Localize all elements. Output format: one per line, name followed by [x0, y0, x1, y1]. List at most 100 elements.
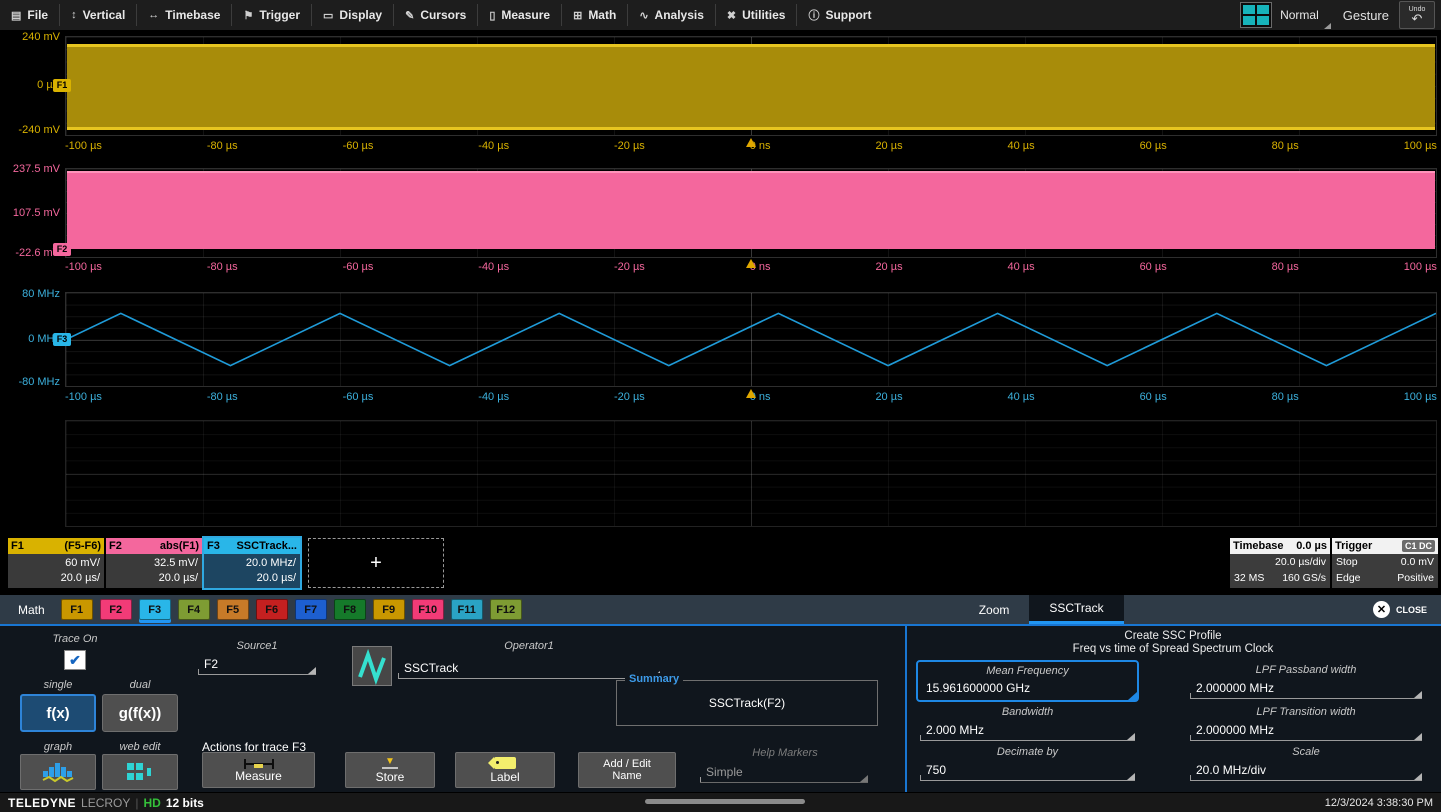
f3-waveform-svg	[66, 293, 1436, 386]
f1-desc-formula: (F5-F6)	[64, 540, 101, 552]
g3-y-bot-label: -80 MHz	[0, 376, 60, 388]
timebase-summary-box[interactable]: Timebase0.0 µs 20.0 µs/div 32 MS160 GS/s	[1230, 538, 1330, 588]
tab-f5[interactable]: F5	[217, 599, 249, 620]
menu-math[interactable]: ⊞Math	[562, 4, 628, 26]
lpf-transition-dropdown[interactable]: 2.000000 MHz	[1190, 723, 1422, 741]
menu-vertical[interactable]: ↕ Vertical	[60, 4, 137, 26]
mean-frequency-value: 15.961600000 GHz	[926, 681, 1030, 695]
dual-gfx-button[interactable]: g(f(x))	[102, 694, 178, 732]
menu-measure[interactable]: ▯ Measure	[478, 4, 562, 26]
f3-trace-badge[interactable]: F3	[53, 333, 71, 346]
menu-measure-label: Measure	[501, 8, 550, 22]
f2-descriptor[interactable]: F2abs(F1) 32.5 mV/20.0 µs/	[106, 538, 202, 588]
g2-x0: -100 µs	[65, 261, 102, 276]
menu-utilities[interactable]: ✖Utilities	[716, 4, 798, 26]
menu-trigger[interactable]: ⚑Trigger	[232, 4, 312, 26]
tab-f12[interactable]: F12	[490, 599, 522, 620]
graph-mode-button[interactable]	[20, 754, 96, 790]
vertical-icon: ↕	[71, 9, 77, 21]
add-trace-button[interactable]: +	[308, 538, 444, 588]
brand-teledyne: TELEDYNE	[8, 796, 76, 810]
trigger-mode: Stop	[1336, 555, 1358, 570]
g3-x3: -40 µs	[478, 391, 509, 406]
grid4-plot-empty[interactable]	[65, 420, 1437, 527]
g4-center-hline	[66, 474, 1436, 475]
timebase-sample-rate: 160 GS/s	[1282, 571, 1326, 586]
tab-f6[interactable]: F6	[256, 599, 288, 620]
source1-dropdown[interactable]: F2	[198, 657, 316, 675]
operator1-dropdown[interactable]: SSCTrack	[398, 661, 660, 679]
oscilloscope-screen: ▤File ↕ Vertical ↔Timebase ⚑Trigger ▭Disp…	[0, 0, 1441, 812]
tab-f10[interactable]: F10	[412, 599, 444, 620]
tab-zoom[interactable]: Zoom	[959, 595, 1030, 624]
tab-f9[interactable]: F9	[373, 599, 405, 620]
operator-function-icon	[352, 646, 392, 686]
measure-button[interactable]: Measure	[202, 752, 315, 788]
trace-on-checkbox[interactable]: ✔	[64, 650, 86, 670]
add-edit-line2: Name	[612, 770, 641, 782]
display-mode-selector[interactable]: Normal	[1236, 0, 1333, 30]
f3-desc-id: F3	[207, 540, 220, 552]
tab-f7[interactable]: F7	[295, 599, 327, 620]
tab-ssctrack[interactable]: SSCTrack	[1029, 595, 1123, 624]
menu-vertical-label: Vertical	[83, 8, 126, 22]
f3-descriptor[interactable]: F3SSCTrack... 20.0 MHz/20.0 µs/	[204, 538, 300, 588]
tab-f3[interactable]: F3	[139, 599, 171, 620]
undo-button[interactable]: Undo ↶	[1399, 1, 1435, 29]
tab-f8[interactable]: F8	[334, 599, 366, 620]
display-mode-value: Normal	[1280, 8, 1319, 22]
dialog-drag-handle[interactable]	[645, 799, 805, 804]
store-arrow-icon: ▼	[385, 757, 395, 766]
menu-trigger-label: Trigger	[259, 8, 300, 22]
menu-timebase[interactable]: ↔Timebase	[137, 4, 232, 26]
g1-x-axis: -100 µs-80 µs-60 µs-40 µs-20 µs0 ns20 µs…	[65, 140, 1437, 155]
g1-x4: -20 µs	[614, 140, 645, 155]
tab-f1[interactable]: F1	[61, 599, 93, 620]
close-button[interactable]: ✕ CLOSE	[1373, 601, 1441, 618]
tab-f4[interactable]: F4	[178, 599, 210, 620]
menu-analysis[interactable]: ∿Analysis	[628, 4, 716, 26]
web-edit-button[interactable]	[102, 754, 178, 790]
g2-x8: 60 µs	[1140, 261, 1167, 276]
tab-f11[interactable]: F11	[451, 599, 483, 620]
menu-file[interactable]: ▤File	[0, 4, 60, 26]
bit-depth-label: 12 bits	[166, 796, 204, 810]
g3-x10: 100 µs	[1404, 391, 1437, 406]
trigger-summary-box[interactable]: TriggerC1 DC Stop0.0 mV EdgePositive	[1332, 538, 1438, 588]
menu-support[interactable]: ⓘSupport	[797, 4, 882, 26]
f1-waveform-band	[67, 44, 1435, 130]
utilities-icon: ✖	[727, 9, 736, 22]
store-button[interactable]: ▼ Store	[345, 752, 435, 788]
measure-icon: ▯	[489, 9, 495, 22]
lpf-passband-label: LPF Passband width	[1190, 664, 1422, 676]
menu-display[interactable]: ▭Display	[312, 4, 394, 26]
grid3-plot[interactable]	[65, 292, 1437, 387]
label-button[interactable]: Label	[455, 752, 555, 788]
bandwidth-dropdown[interactable]: 2.000 MHz	[920, 723, 1135, 741]
menu-cursors[interactable]: ✎Cursors	[394, 4, 478, 26]
f2-trace-badge[interactable]: F2	[53, 243, 71, 256]
cursors-icon: ✎	[405, 9, 414, 22]
analysis-icon: ∿	[639, 9, 648, 22]
measure-caliper-icon	[244, 759, 274, 769]
ssc-title-line1: Create SSC Profile	[905, 630, 1441, 642]
add-edit-line1: Add / Edit	[603, 758, 651, 770]
datetime-label: 12/3/2024 3:38:30 PM	[1325, 797, 1441, 809]
tab-f2[interactable]: F2	[100, 599, 132, 620]
g2-x10: 100 µs	[1404, 261, 1437, 276]
g3-x7: 40 µs	[1008, 391, 1035, 406]
f2-desc-formula: abs(F1)	[160, 540, 199, 552]
help-markers-dropdown[interactable]: Simple	[700, 765, 868, 783]
label-button-label: Label	[490, 771, 519, 783]
decimate-dropdown[interactable]: 750	[920, 763, 1135, 781]
add-edit-name-button[interactable]: Add / Edit Name	[578, 752, 676, 788]
mean-frequency-label: Mean Frequency	[918, 665, 1137, 677]
f1-trace-badge[interactable]: F1	[53, 79, 71, 92]
single-fx-button[interactable]: f(x)	[20, 694, 96, 732]
lpf-passband-dropdown[interactable]: 2.000000 MHz	[1190, 681, 1422, 699]
grid2-plot[interactable]	[65, 168, 1437, 258]
f1-descriptor[interactable]: F1(F5-F6) 60 mV/20.0 µs/	[8, 538, 104, 588]
scale-dropdown[interactable]: 20.0 MHz/div	[1190, 763, 1422, 781]
mean-frequency-field[interactable]: Mean Frequency 15.961600000 GHz	[916, 660, 1139, 702]
grid1-plot[interactable]	[65, 36, 1437, 136]
